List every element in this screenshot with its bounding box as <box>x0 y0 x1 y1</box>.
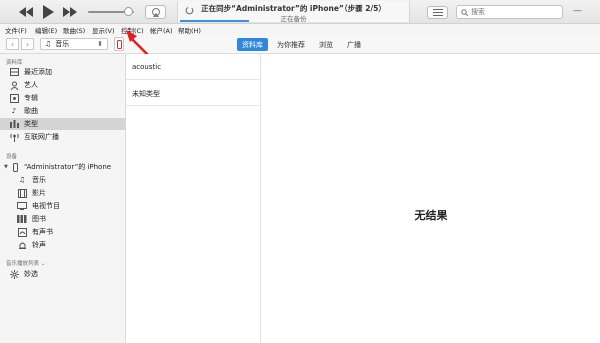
sidebar-device-audiobooks[interactable]: 有声书 <box>0 226 125 238</box>
sidebar-item-artists[interactable]: 艺人 <box>0 79 125 91</box>
menu-song[interactable]: 歌曲(S) <box>63 25 85 35</box>
genre-list: acoustic 未知类型 <box>126 54 261 343</box>
section-library-title: 资料库 <box>6 60 23 66</box>
section-devices-title: 设备 <box>6 154 18 160</box>
sidebar-item-label: 有声书 <box>32 228 53 236</box>
forward-button[interactable]: › <box>21 38 34 50</box>
sidebar-playlist-genius[interactable]: 妙选 <box>0 268 125 280</box>
sidebar-device-books[interactable]: 图书 <box>0 213 125 225</box>
sidebar-item-recently-added[interactable]: 最近添加 <box>0 66 125 78</box>
audiobook-icon <box>16 227 28 237</box>
sidebar: 资料库 最近添加 艺人 专辑 ♪ 歌曲 类型 互联网广播 设备 ▼ “Admin… <box>0 54 126 343</box>
library-tabs: 资料库 为你推荐 浏览 广播 <box>237 38 366 51</box>
status-display: 正在同步“Administrator”的 iPhone”（步骤 2/5） 正在备… <box>177 1 410 23</box>
sidebar-item-label: 专辑 <box>24 94 38 102</box>
sidebar-item-label: 类型 <box>24 120 38 128</box>
no-results-message: 无结果 <box>414 209 448 222</box>
sidebar-item-label: 艺人 <box>24 81 38 89</box>
grid-icon <box>8 67 20 77</box>
play-button[interactable] <box>40 5 56 19</box>
sidebar-item-label: 互联网广播 <box>24 133 59 141</box>
up-next-button[interactable] <box>427 6 448 19</box>
film-icon <box>16 188 28 198</box>
sidebar-item-label: 影片 <box>32 189 46 197</box>
sidebar-item-albums[interactable]: 专辑 <box>0 92 125 104</box>
search-icon <box>461 8 468 16</box>
sidebar-device-tones[interactable]: 铃声 <box>0 239 125 251</box>
sidebar-device-tv-shows[interactable]: 电视节目 <box>0 200 125 212</box>
fast-forward-icon <box>63 7 77 17</box>
previous-button[interactable] <box>18 5 34 19</box>
sidebar-item-label: 歌曲 <box>24 107 38 115</box>
menu-file[interactable]: 文件(F) <box>5 25 27 35</box>
menu-view[interactable]: 显示(V) <box>92 25 115 35</box>
sidebar-item-label: 音乐 <box>32 176 46 184</box>
title-bar: 正在同步“Administrator”的 iPhone”（步骤 2/5） 正在备… <box>0 0 600 24</box>
tv-icon <box>16 201 28 211</box>
list-icon <box>432 9 443 16</box>
airplay-button[interactable] <box>145 5 166 19</box>
book-icon <box>16 214 28 224</box>
volume-knob[interactable] <box>124 7 133 16</box>
media-kind-label: 音乐 <box>55 40 70 48</box>
rewind-icon <box>19 7 33 17</box>
tab-for-you[interactable]: 为你推荐 <box>272 38 310 51</box>
genre-item-unknown[interactable]: 未知类型 <box>126 80 261 106</box>
genius-icon <box>8 269 20 279</box>
note-icon: ♫ <box>18 176 26 184</box>
search-box[interactable] <box>456 5 563 19</box>
music-note-icon: ♫ <box>45 40 52 48</box>
next-button[interactable] <box>62 5 78 19</box>
sidebar-item-label: 电视节目 <box>32 202 60 210</box>
radio-icon <box>8 132 20 142</box>
airplay-icon <box>151 7 160 17</box>
section-playlists-title[interactable]: 音乐播放列表 ⌄ <box>6 259 45 267</box>
iphone-icon <box>12 162 20 172</box>
search-input[interactable] <box>471 8 551 16</box>
chevron-updown-icon: ⬍ <box>97 40 103 48</box>
menu-edit[interactable]: 编辑(E) <box>35 25 57 35</box>
back-button[interactable]: ‹ <box>6 38 19 50</box>
sidebar-device-music[interactable]: ♫ 音乐 <box>0 174 125 186</box>
media-kind-select[interactable]: ♫ 音乐 ⬍ <box>40 38 108 50</box>
sync-progress-bar <box>180 20 249 22</box>
sidebar-item-label: 铃声 <box>32 241 46 249</box>
device-name: “Administrator”的 iPhone <box>23 163 112 171</box>
sidebar-item-label: 最近添加 <box>24 68 52 76</box>
album-icon <box>8 93 20 103</box>
sidebar-item-internet-radio[interactable]: 互联网广播 <box>0 131 125 143</box>
tab-radio[interactable]: 广播 <box>342 38 366 51</box>
sidebar-item-songs[interactable]: ♪ 歌曲 <box>0 105 125 117</box>
navigation-bar: ‹ › ♫ 音乐 ⬍ 资料库 为你推荐 浏览 广播 <box>0 35 600 54</box>
note-icon: ♪ <box>11 107 17 115</box>
chevron-down-icon: ⌄ <box>39 261 46 267</box>
sidebar-device-movies[interactable]: 影片 <box>0 187 125 199</box>
sidebar-item-label: 图书 <box>32 215 46 223</box>
chevron-right-icon: › <box>25 39 30 49</box>
tab-library[interactable]: 资料库 <box>237 38 268 51</box>
sidebar-device-iphone[interactable]: ▼ “Administrator”的 iPhone <box>0 161 125 173</box>
minimize-button[interactable]: — <box>573 6 582 16</box>
tab-browse[interactable]: 浏览 <box>314 38 338 51</box>
bell-icon <box>16 240 28 250</box>
chevron-left-icon: ‹ <box>10 39 15 49</box>
sidebar-item-genres[interactable]: 类型 <box>0 118 125 130</box>
menu-help[interactable]: 帮助(H) <box>178 25 201 35</box>
person-icon <box>8 80 20 90</box>
play-icon <box>43 5 54 19</box>
genre-icon <box>8 119 20 129</box>
menu-bar: 文件(F) 编辑(E) 歌曲(S) 显示(V) 控制(C) 帐户(A) 帮助(H… <box>0 24 600 35</box>
sidebar-item-label: 妙选 <box>24 270 38 278</box>
disclosure-triangle-icon[interactable]: ▼ <box>4 164 8 170</box>
genre-item-acoustic[interactable]: acoustic <box>126 54 261 80</box>
